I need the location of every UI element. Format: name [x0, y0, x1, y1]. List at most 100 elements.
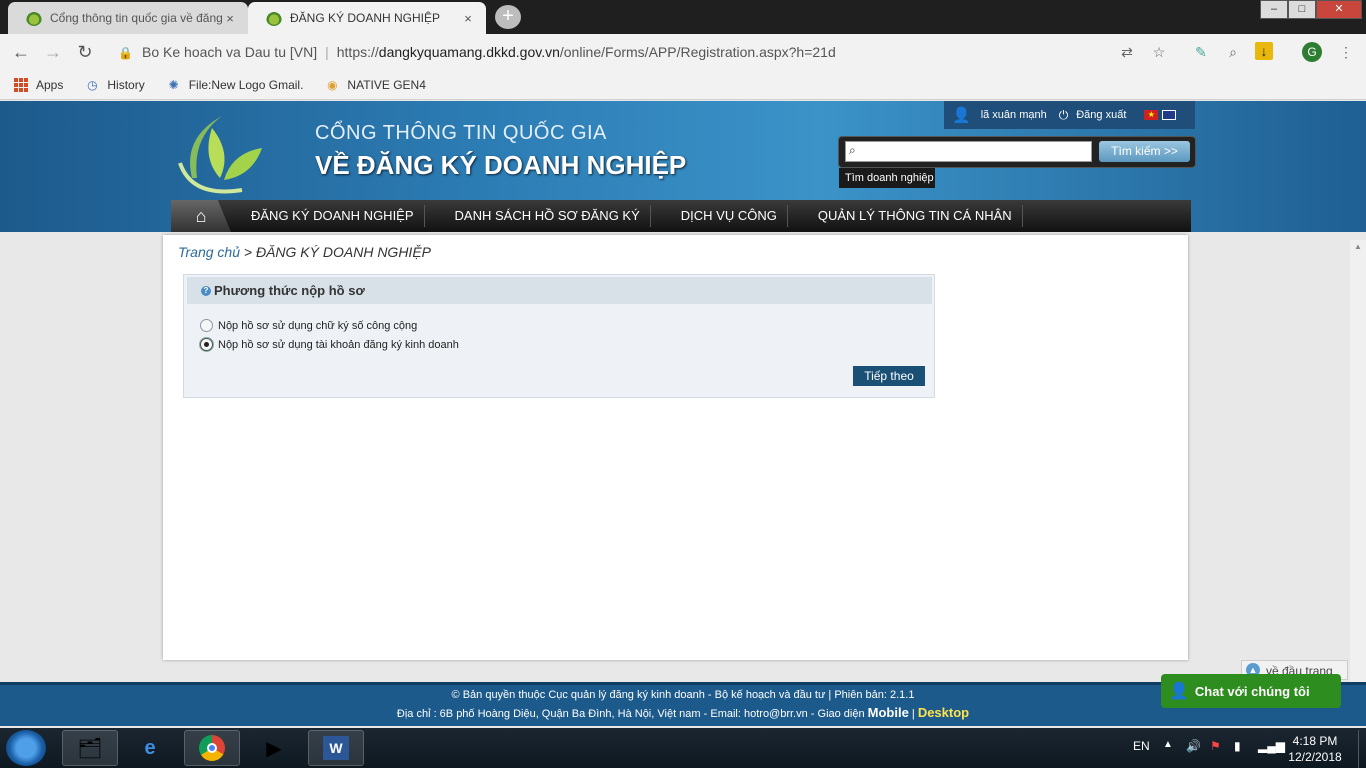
nav-danh-sach-ho-so[interactable]: DANH SÁCH HỒ SƠ ĐĂNG KÝ — [425, 205, 651, 227]
nav-dich-vu-cong[interactable]: DỊCH VỤ CÔNG — [651, 205, 788, 227]
footer-pipe: | — [908, 708, 918, 720]
chat-button[interactable]: 👤 Chat với chúng tôi — [1161, 674, 1341, 708]
star-icon[interactable]: ☆ — [1149, 42, 1169, 62]
security-label: Bo Ke hoach va Dau tu [VN] — [142, 44, 318, 60]
option-business-account[interactable]: Nộp hồ sơ sử dụng tài khoản đăng ký kinh… — [200, 338, 459, 351]
bookmark-label: NATIVE GEN4 — [347, 77, 426, 92]
footer-address: Địa chỉ : 6B phố Hoàng Diệu, Quận Ba Đìn… — [396, 708, 744, 720]
chrome-icon[interactable] — [184, 730, 240, 766]
forward-arrow-icon[interactable]: → — [42, 42, 64, 62]
next-button[interactable]: Tiếp theo — [853, 366, 925, 386]
clock-time: 4:18 PM — [1292, 734, 1338, 748]
tab-title: ĐĂNG KÝ DOANH NGHIỆP — [290, 11, 441, 25]
option-digital-signature[interactable]: Nộp hồ sơ sử dụng chữ ký số công cộng — [200, 319, 417, 332]
file-explorer-icon[interactable]: 🗂 — [62, 730, 118, 766]
breadcrumb-home-link[interactable]: Trang chủ — [178, 244, 240, 260]
scroll-up-icon[interactable]: ▲ — [1350, 242, 1366, 251]
tab-portal[interactable]: Cổng thông tin quốc gia về đăng × — [8, 2, 248, 34]
bookmark-label: Apps — [36, 77, 64, 92]
lock-icon: 🔒 — [118, 46, 133, 60]
maximize-button[interactable]: □ — [1288, 0, 1316, 19]
radio-digital-signature[interactable] — [200, 319, 213, 332]
bookmark-apps[interactable]: Apps — [14, 77, 64, 92]
apps-grid-icon — [14, 77, 28, 92]
logout-link[interactable]: Đăng xuất — [1076, 109, 1126, 121]
system-clock[interactable]: 4:18 PM 12/2/2018 — [1287, 733, 1343, 765]
bookmark-native-gen4[interactable]: ◉ NATIVE GEN4 — [325, 77, 426, 92]
reload-icon[interactable]: ↻ — [74, 42, 96, 62]
uk-flag-icon[interactable] — [1162, 110, 1177, 120]
translate-icon[interactable]: ⇄ — [1117, 42, 1137, 62]
option-label: Nộp hồ sơ sử dụng chữ ký số công cộng — [218, 319, 418, 332]
media-player-icon[interactable]: ▶ — [246, 730, 302, 766]
portal-logo-icon[interactable] — [172, 108, 268, 198]
nav-dang-ky-doanh-nghiep[interactable]: ĐĂNG KÝ DOANH NGHIỆP — [241, 205, 425, 227]
home-icon[interactable]: ⌂ — [171, 200, 231, 232]
clock-date: 12/2/2018 — [1288, 750, 1342, 764]
search-icon: ⌕ — [849, 143, 856, 157]
volume-icon[interactable]: 🔊 — [1186, 739, 1201, 753]
menu-kebab-icon[interactable]: ⋮ — [1336, 42, 1356, 62]
word-logo-icon: W — [323, 736, 349, 760]
footer-email-link[interactable]: hotro@brr.vn — [744, 708, 808, 720]
site-favicon-icon — [266, 10, 282, 26]
bookmark-label: History — [107, 77, 145, 92]
site-title-line2: VỀ ĐĂNG KÝ DOANH NGHIỆP — [315, 150, 687, 180]
site-favicon-icon — [26, 10, 42, 26]
bookmark-label: File:New Logo Gmail. — [188, 77, 304, 92]
address-bar[interactable]: 🔒 Bo Ke hoach va Dau tu [VN] | https://d… — [108, 38, 1180, 66]
network-signal-icon[interactable]: ▂▄▆ — [1258, 739, 1285, 753]
power-plug-icon[interactable]: ▮ — [1234, 739, 1241, 753]
footer-interface-label: - Giao diện — [807, 708, 868, 720]
radio-selected-dot — [204, 342, 209, 347]
close-window-button[interactable]: ✕ — [1316, 0, 1362, 19]
internet-explorer-icon[interactable]: e — [122, 730, 178, 766]
start-button[interactable] — [6, 730, 46, 766]
bookmark-gmail-logo[interactable]: ✺ File:New Logo Gmail. — [167, 78, 304, 92]
nav-quan-ly-thong-tin[interactable]: QUẢN LÝ THÔNG TIN CÁ NHÂN — [788, 205, 1023, 227]
main-nav: ⌂ ĐĂNG KÝ DOANH NGHIỆP DANH SÁCH HỒ SƠ Đ… — [171, 200, 1191, 232]
history-clock-icon: ◷ — [87, 77, 98, 92]
tray-expand-icon[interactable]: ▲ — [1163, 739, 1173, 750]
close-icon[interactable]: × — [222, 11, 238, 26]
show-desktop-button[interactable] — [1358, 730, 1366, 768]
user-name-link[interactable]: lã xuân mạnh — [981, 109, 1047, 121]
breadcrumb-current: ĐĂNG KÝ DOANH NGHIỆP — [255, 244, 431, 260]
mobile-link[interactable]: Mobile — [868, 705, 909, 720]
footer-address-line: Địa chỉ : 6B phố Hoàng Diệu, Quận Ba Đìn… — [0, 705, 1366, 720]
option-label: Nộp hồ sơ sử dụng tài khoản đăng ký kinh… — [218, 338, 459, 351]
desktop-link[interactable]: Desktop — [918, 705, 969, 720]
new-tab-button[interactable]: + — [495, 5, 521, 29]
vietnam-flag-icon[interactable]: ★ — [1144, 110, 1159, 120]
chrome-logo-icon — [199, 735, 225, 761]
power-icon: ⏻ — [1058, 107, 1069, 122]
bookmark-history[interactable]: ◷ History — [85, 77, 145, 92]
search-button[interactable]: Tìm kiếm >> — [1099, 141, 1190, 162]
user-bar: 👤 lã xuân mạnh ⏻ Đăng xuất ★ — [944, 101, 1195, 129]
extension-search-icon[interactable]: ⌕ — [1223, 42, 1243, 62]
tab-title: Cổng thông tin quốc gia về đăng — [50, 11, 222, 25]
url-path: /online/Forms/APP/Registration.aspx?h=21… — [559, 44, 836, 60]
search-tooltip: Tìm doanh nghiệp — [839, 168, 935, 188]
wiki-globe-icon: ✺ — [168, 77, 179, 92]
tab-registration[interactable]: ĐĂNG KÝ DOANH NGHIỆP × — [248, 2, 486, 34]
search-input[interactable]: ⌕ — [845, 141, 1092, 162]
radio-business-account[interactable] — [200, 338, 213, 351]
download-extension-icon[interactable]: ↓ — [1255, 42, 1273, 60]
action-center-flag-icon[interactable]: ⚑ — [1210, 739, 1221, 753]
address-separator: | — [325, 44, 329, 60]
close-icon[interactable]: × — [460, 11, 476, 26]
info-icon: ? — [201, 285, 211, 296]
page-scrollbar[interactable]: ▲ — [1350, 240, 1366, 726]
bookmarks-bar: Apps ◷ History ✺ File:New Logo Gmail. ◉ … — [0, 70, 1366, 100]
extension-clip-icon[interactable]: ✎ — [1191, 42, 1211, 62]
chat-agent-icon: 👤 — [1169, 683, 1189, 700]
profile-avatar[interactable]: G — [1302, 42, 1322, 62]
url-prefix: https:// — [336, 44, 379, 60]
word-icon[interactable]: W — [308, 730, 364, 766]
language-indicator[interactable]: EN — [1133, 739, 1150, 753]
native-gen4-icon: ◉ — [327, 77, 338, 92]
site-title-line1: CỔNG THÔNG TIN QUỐC GIA — [315, 122, 607, 144]
back-arrow-icon[interactable]: ← — [10, 42, 32, 62]
minimize-button[interactable]: – — [1260, 0, 1288, 19]
